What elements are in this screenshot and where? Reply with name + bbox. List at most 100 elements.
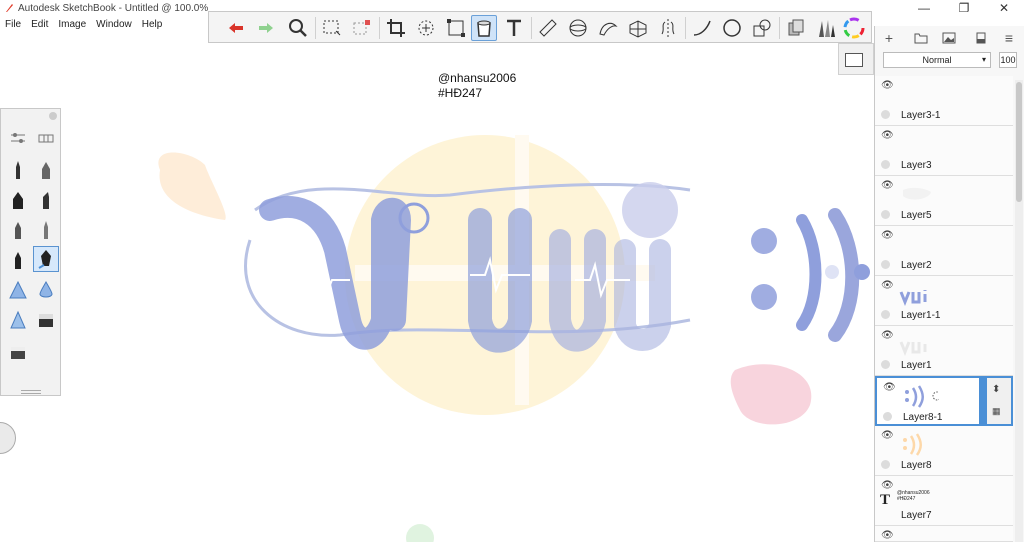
brush-library-button[interactable] — [813, 15, 839, 41]
layer-lock-toggle[interactable] — [881, 110, 890, 119]
zoom-button[interactable] — [285, 15, 311, 41]
visibility-eye-icon[interactable]: 👁 — [881, 330, 894, 341]
layer-name: Layer1-1 — [901, 310, 941, 321]
brush-puck[interactable] — [0, 422, 16, 454]
add-layer-icon: + — [884, 30, 894, 46]
fineliner-brush[interactable] — [33, 217, 59, 243]
layer-scrollbar[interactable] — [1015, 80, 1023, 542]
layer-lock-toggle[interactable] — [881, 260, 890, 269]
layer-row-selected[interactable]: 👁 Layer8-1 — [875, 376, 987, 426]
crop-button[interactable] — [383, 15, 409, 41]
maximize-button[interactable]: ❐ — [944, 0, 984, 17]
circle-button[interactable] — [719, 15, 745, 41]
blur-brush[interactable] — [33, 277, 59, 303]
layer-opacity-slider[interactable] — [979, 378, 985, 424]
scroll-thumb[interactable] — [1016, 82, 1022, 202]
perspective-button[interactable] — [625, 15, 651, 41]
ink-pen-icon — [15, 252, 21, 269]
felt-pen-brush[interactable] — [33, 187, 59, 213]
add-group-button[interactable] — [913, 30, 929, 46]
layer-lock-toggle[interactable] — [883, 412, 892, 421]
close-button[interactable]: ✕ — [984, 0, 1024, 17]
palette-close-button[interactable] — [49, 112, 57, 120]
layer-row[interactable]: 👁 Layer8 — [875, 426, 1013, 476]
stroke-button[interactable] — [689, 15, 715, 41]
visibility-eye-icon[interactable]: 👁 — [881, 80, 894, 91]
chevron-down-icon: ▾ — [981, 55, 986, 64]
visibility-eye-icon[interactable]: 👁 — [881, 280, 894, 291]
visibility-eye-icon[interactable]: 👁 — [881, 480, 894, 491]
pencil-brush[interactable] — [5, 157, 31, 183]
minimize-button[interactable]: — — [904, 0, 944, 17]
layer-row[interactable]: 👁 Layer2 — [875, 226, 1013, 276]
layer-row[interactable]: 👁 Layer1-1 — [875, 276, 1013, 326]
visibility-eye-icon[interactable]: 👁 — [881, 430, 894, 441]
shape-button[interactable] — [749, 15, 775, 41]
visibility-eye-icon[interactable]: 👁 — [881, 180, 894, 191]
layer-row[interactable]: 👁 — [875, 526, 1013, 542]
layer-menu-button[interactable]: ≡ — [1001, 30, 1017, 46]
fill-button[interactable] — [471, 15, 497, 41]
move-layer-icon[interactable]: ⬍ — [992, 384, 1000, 395]
layer-options-icon[interactable]: ▦ — [992, 406, 1001, 417]
menu-edit[interactable]: Edit — [26, 17, 53, 33]
layer-lock-toggle[interactable] — [881, 210, 890, 219]
airbrush-brush[interactable] — [33, 157, 59, 183]
shape-brush[interactable] — [5, 277, 31, 303]
menu-help[interactable]: Help — [137, 17, 168, 33]
layer-row[interactable]: 👁 Layer1 — [875, 326, 1013, 376]
smudge-brush[interactable] — [5, 307, 31, 333]
undo-button[interactable] — [223, 15, 249, 41]
menu-window[interactable]: Window — [91, 17, 137, 33]
marker-brush[interactable] — [5, 187, 31, 213]
layer-row[interactable]: 👁 Layer3-1 — [875, 76, 1013, 126]
symmetry-button[interactable] — [655, 15, 681, 41]
lasso-select-button[interactable] — [349, 15, 375, 41]
text-button[interactable] — [501, 15, 527, 41]
menu-file[interactable]: File — [0, 17, 26, 33]
ink-pen-brush[interactable] — [5, 247, 31, 273]
opacity-field[interactable]: 100 — [999, 52, 1017, 68]
visibility-eye-icon[interactable]: 👁 — [881, 130, 894, 141]
eraser-soft-brush[interactable] — [5, 339, 31, 365]
color-wheel-button[interactable] — [841, 15, 867, 41]
visibility-eye-icon[interactable]: 👁 — [881, 230, 894, 241]
ellipse-guide-button[interactable] — [565, 15, 591, 41]
airbrush-icon — [42, 162, 50, 179]
add-image-button[interactable] — [941, 30, 957, 46]
french-curve-button[interactable] — [595, 15, 621, 41]
copic-library-button[interactable] — [783, 15, 809, 41]
distort-button[interactable] — [443, 15, 469, 41]
brush-library-toggle[interactable] — [33, 125, 59, 151]
blend-mode-select[interactable]: Normal ▾ — [883, 52, 991, 68]
watermark-line-1: @nhansu2006 — [438, 71, 517, 85]
menu-image[interactable]: Image — [53, 17, 91, 33]
visibility-eye-icon[interactable]: 👁 — [881, 530, 894, 541]
redo-button[interactable] — [253, 15, 279, 41]
layer-lock-toggle[interactable] — [881, 360, 890, 369]
layer-lock-toggle[interactable] — [881, 460, 890, 469]
select-icon — [323, 20, 341, 36]
layer-row[interactable]: 👁 Layer5 — [875, 176, 1013, 226]
layer-thumbnail — [905, 385, 939, 408]
layer-row[interactable]: 👁 T @nhansu2006 #HĐ247 Layer7 — [875, 476, 1013, 526]
select-button[interactable] — [319, 15, 345, 41]
clear-layer-button[interactable] — [973, 30, 989, 46]
transform-button[interactable] — [413, 15, 439, 41]
brush-properties-button[interactable] — [5, 125, 31, 151]
eraser-hard-brush[interactable] — [33, 307, 59, 333]
visibility-eye-icon[interactable]: 👁 — [883, 382, 896, 393]
add-layer-button[interactable]: + — [881, 30, 897, 46]
layer-lock-toggle[interactable] — [881, 310, 890, 319]
undo-icon — [229, 23, 243, 33]
calligraphy-brush[interactable] — [33, 246, 59, 272]
fill-icon — [477, 20, 491, 37]
layer-row[interactable]: 👁 Layer3 — [875, 126, 1013, 176]
ballpoint-brush[interactable] — [5, 217, 31, 243]
palette-resize-grip[interactable] — [21, 390, 41, 394]
canvas[interactable] — [150, 120, 870, 542]
layer-lock-toggle[interactable] — [881, 160, 890, 169]
canvas-frame-button[interactable] — [845, 53, 863, 67]
ruler-button[interactable] — [535, 15, 561, 41]
thumb-text-line-2: #HĐ247 — [897, 496, 916, 502]
